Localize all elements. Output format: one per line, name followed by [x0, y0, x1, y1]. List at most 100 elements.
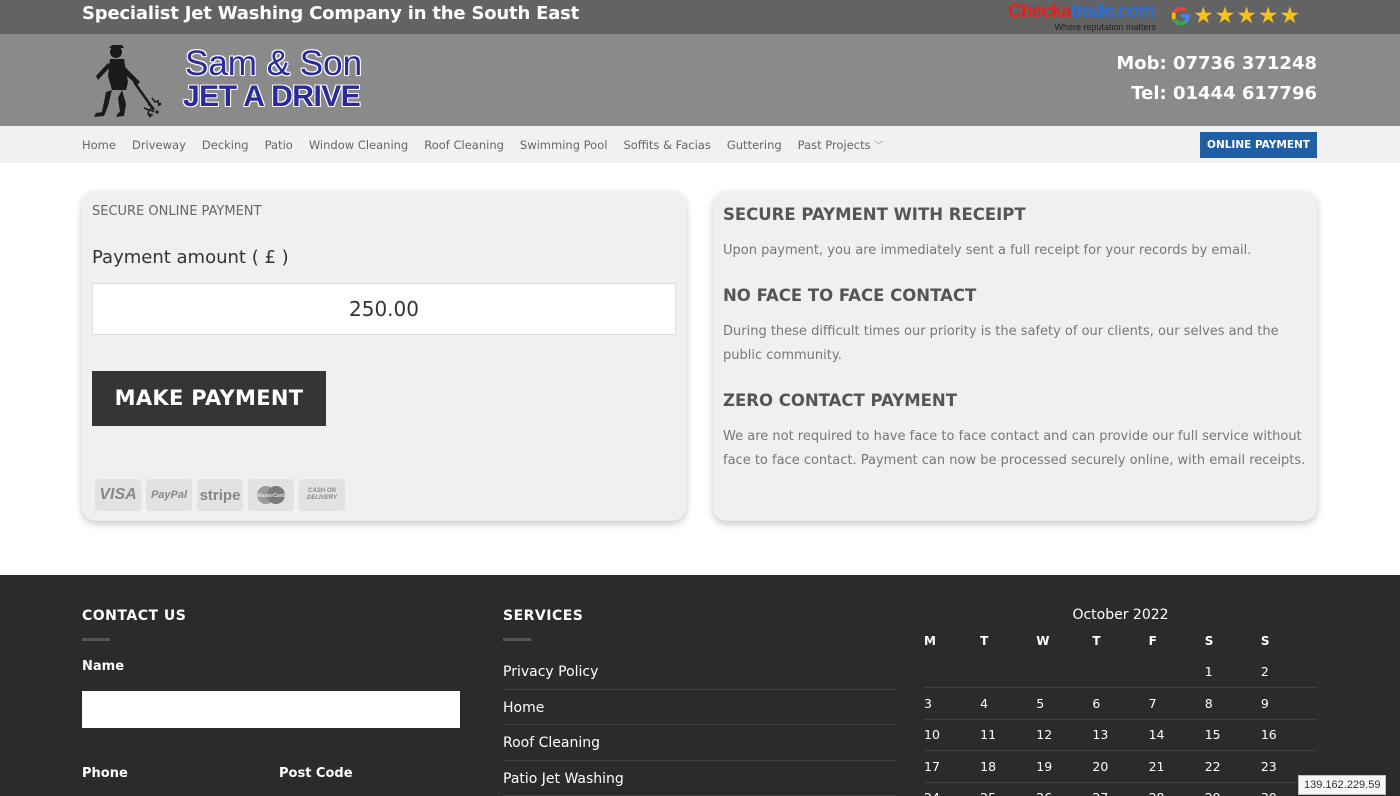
calendar-week-row: 24 25 26 27 28 29 30 [924, 782, 1317, 796]
calendar-day: 4 [980, 687, 1037, 720]
calendar-day: 13 [1092, 719, 1149, 751]
calendar-day: 8 [1204, 687, 1261, 720]
calendar-day-header: M [924, 634, 936, 648]
checkatrade-logo[interactable]: Checkatrade.com Where reputation matters [1008, 1, 1158, 33]
service-link-home[interactable]: Home [503, 690, 896, 725]
nav-item-past-projects[interactable]: Past Projects ﹀ [798, 137, 884, 152]
mastercard-text: MasterCard [257, 493, 285, 499]
paypal-icon: PayPal [146, 479, 192, 511]
info-text-zero-contact: We are not required to have face to face… [723, 429, 1306, 468]
visa-icon: VISA [95, 479, 141, 511]
payment-section-label: SECURE ONLINE PAYMENT [92, 204, 262, 219]
site-header: Sam & Son JET A DRIVE Mob: 07736 371248 … [0, 34, 1400, 126]
nav-item-window-cleaning[interactable]: Window Cleaning [309, 138, 408, 152]
nav-item-guttering[interactable]: Guttering [727, 138, 782, 152]
logo-text-bottom[interactable]: JET A DRIVE [183, 80, 361, 114]
postcode-label: Post Code [279, 766, 353, 781]
info-card: SECURE PAYMENT WITH RECEIPT Upon payment… [713, 191, 1317, 521]
telephone-number[interactable]: Tel: 01444 617796 [1116, 79, 1317, 109]
calendar-day: 5 [1036, 687, 1093, 720]
checkatrade-slogan: Where reputation matters [1054, 22, 1156, 32]
payment-card: SECURE ONLINE PAYMENT Payment amount ( £… [82, 191, 686, 521]
nav-item-swimming-pool[interactable]: Swimming Pool [520, 138, 608, 152]
calendar-day: 28 [1148, 782, 1205, 796]
calendar-day: 10 [924, 719, 981, 751]
mastercard-icon: MasterCard [248, 479, 294, 511]
ip-address-badge: 139.162.229.59 [1298, 775, 1387, 795]
calendar-day: 6 [1092, 687, 1149, 720]
calendar-week-row: 17 18 19 20 21 22 23 [924, 750, 1317, 783]
calendar-day: 7 [1148, 687, 1205, 720]
calendar-day-header: F [1148, 634, 1157, 648]
calendar-day: 3 [924, 687, 981, 720]
calendar-day [1092, 656, 1149, 688]
calendar-day: 21 [1148, 750, 1205, 783]
nav-item-roof-cleaning[interactable]: Roof Cleaning [424, 138, 504, 152]
main-nav: Home Driveway Decking Patio Window Clean… [0, 126, 1400, 163]
calendar-week-row: 1 2 [924, 656, 1317, 688]
calendar-day: 20 [1092, 750, 1149, 783]
nav-item-soffits-facias[interactable]: Soffits & Facias [623, 138, 710, 152]
name-label: Name [82, 659, 125, 674]
calendar-day [980, 656, 1037, 688]
calendar-day [1036, 656, 1093, 688]
calendar-title: October 2022 [1072, 607, 1169, 623]
phone-numbers: Mob: 07736 371248 Tel: 01444 617796 [1116, 49, 1317, 109]
info-heading-no-contact: NO FACE TO FACE CONTACT [723, 286, 977, 305]
top-bar: Specialist Jet Washing Company in the So… [0, 0, 1400, 34]
info-heading-zero-contact: ZERO CONTACT PAYMENT [723, 391, 957, 410]
visa-icon-label: VISA [99, 486, 137, 503]
service-link-patio-jet-washing[interactable]: Patio Jet Washing [503, 761, 896, 796]
calendar-day-header: T [1092, 634, 1101, 648]
info-text-no-contact: During these difficult times our priorit… [723, 324, 1279, 363]
make-payment-button[interactable]: MAKE PAYMENT [92, 371, 326, 426]
cash-on-delivery-icon: CASH ON DELIVERY [299, 479, 345, 511]
logo-text-top[interactable]: Sam & Son [185, 44, 362, 84]
calendar-day: 1 [1204, 656, 1261, 688]
info-text-receipt: Upon payment, you are immediately sent a… [723, 243, 1252, 258]
stripe-icon-label: stripe [199, 486, 241, 504]
calendar-day: 11 [980, 719, 1037, 751]
calendar-day: 19 [1036, 750, 1093, 783]
service-link-privacy-policy[interactable]: Privacy Policy [503, 654, 896, 690]
services-divider [503, 638, 531, 641]
calendar-day-header: W [1036, 634, 1050, 648]
contact-divider [82, 638, 110, 641]
calendar-header-row: M T W T F S S [924, 626, 1317, 656]
stripe-icon: stripe [197, 479, 243, 511]
online-payment-button[interactable]: ONLINE PAYMENT [1200, 132, 1317, 158]
google-icon[interactable] [1170, 5, 1192, 27]
mastercard-circles-icon: MasterCard [257, 486, 285, 504]
jet-washer-figure-icon[interactable] [82, 42, 162, 120]
nav-item-decking[interactable]: Decking [202, 138, 249, 152]
nav-item-patio[interactable]: Patio [265, 138, 293, 152]
calendar-day-header: S [1204, 634, 1214, 648]
calendar-day: 22 [1204, 750, 1261, 783]
calendar-day: 2 [1260, 656, 1317, 688]
calendar-day: 17 [924, 750, 981, 783]
rating-stars: ★★★★★ [1193, 3, 1302, 29]
checkatrade-brand-part2: trade.com [1070, 1, 1155, 22]
calendar-day-header: S [1260, 634, 1270, 648]
phone-label: Phone [82, 766, 128, 781]
services-list: Privacy Policy Home Roof Cleaning Patio … [503, 654, 896, 796]
checkatrade-brand-part1: Checka [1008, 1, 1072, 22]
nav-item-driveway[interactable]: Driveway [132, 138, 186, 152]
calendar-day: 29 [1204, 782, 1261, 796]
calendar-day: 12 [1036, 719, 1093, 751]
cash-on-delivery-label: CASH ON DELIVERY [307, 488, 337, 501]
calendar-day [1148, 656, 1205, 688]
paypal-icon-label: PayPal [150, 489, 188, 501]
payment-methods: VISA PayPal stripe MasterCard CASH ON DE… [95, 479, 350, 511]
calendar-day: 26 [1036, 782, 1093, 796]
calendar-day: 18 [980, 750, 1037, 783]
mobile-number[interactable]: Mob: 07736 371248 [1116, 49, 1317, 79]
services-heading: SERVICES [503, 608, 584, 624]
chevron-down-icon: ﹀ [873, 141, 884, 152]
tagline: Specialist Jet Washing Company in the So… [82, 3, 580, 24]
payment-amount-input[interactable] [92, 283, 676, 335]
service-link-roof-cleaning[interactable]: Roof Cleaning [503, 725, 896, 761]
calendar-day: 25 [980, 782, 1037, 796]
name-field[interactable] [82, 691, 460, 728]
nav-item-home[interactable]: Home [82, 138, 116, 152]
